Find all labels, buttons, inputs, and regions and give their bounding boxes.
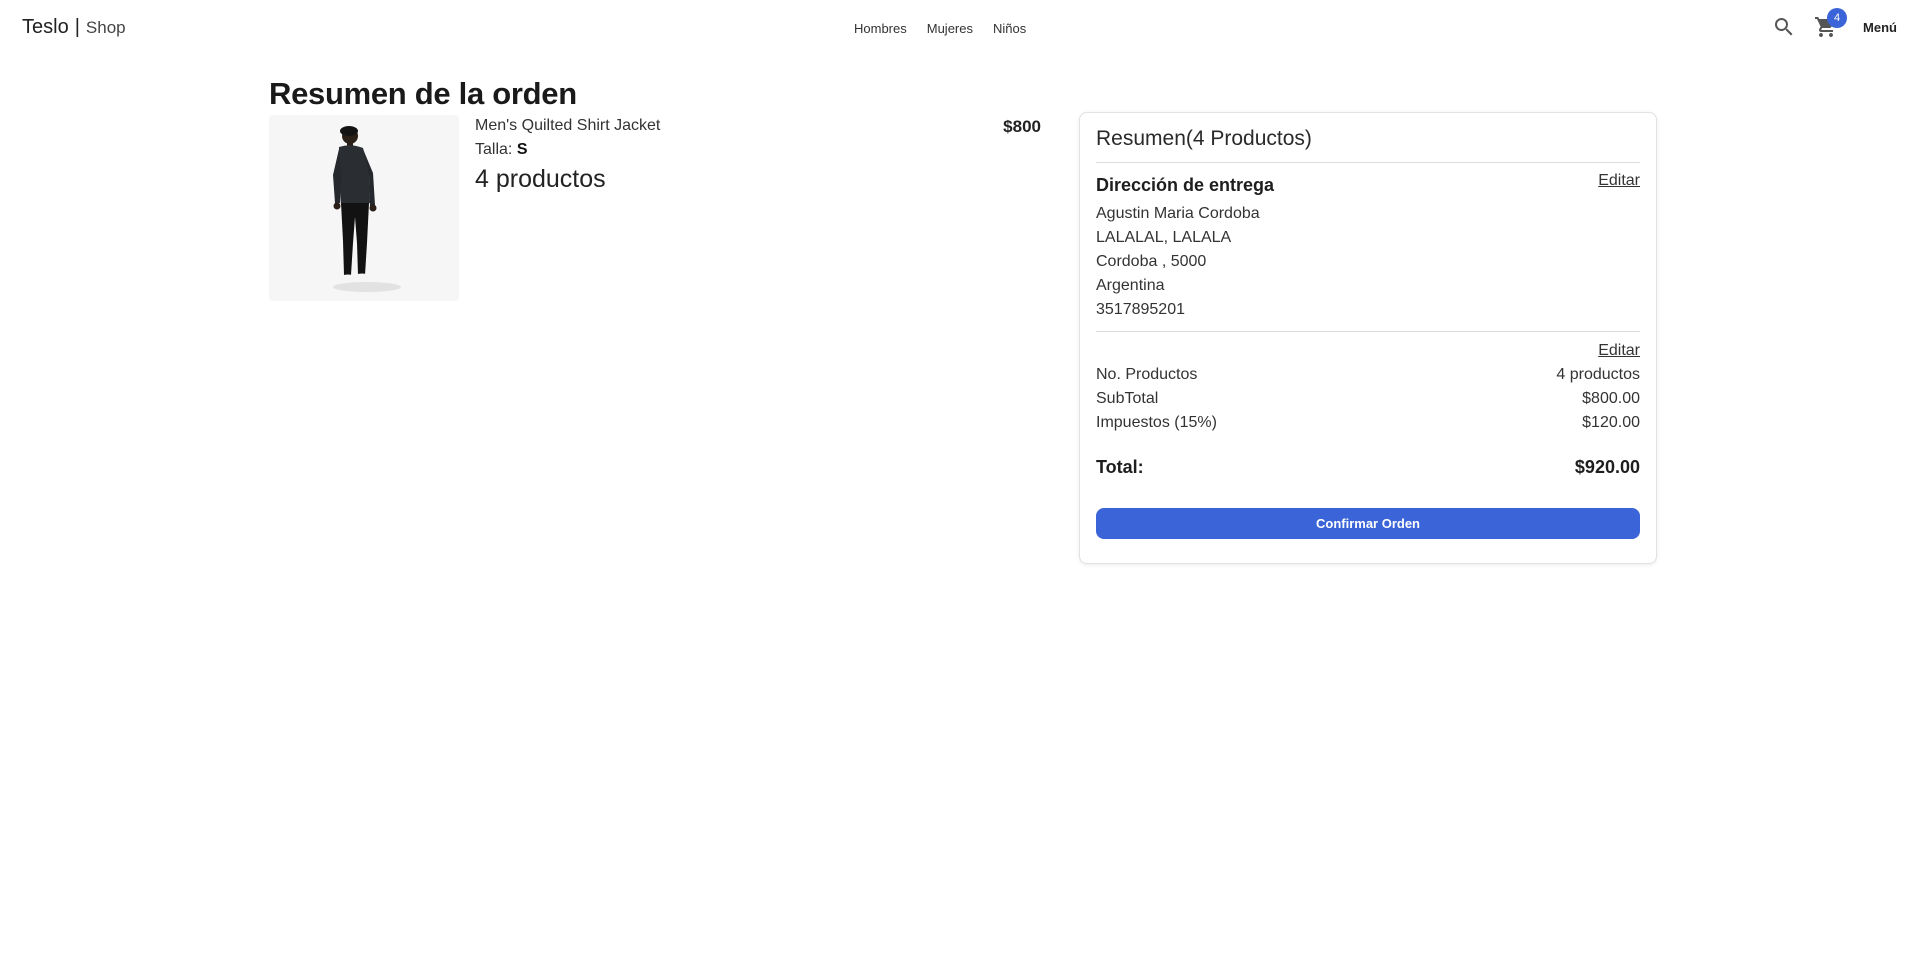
summary-title: Resumen(4 Productos) [1096, 127, 1312, 150]
row-value: 4 productos [1556, 366, 1640, 383]
brand-subtitle[interactable]: Shop [86, 18, 126, 38]
nav-link-hombres[interactable]: Hombres [844, 19, 917, 38]
delivery-address-heading: Dirección de entrega [1096, 175, 1275, 195]
order-summary-card: Resumen(4 Productos) Dirección de entreg… [1079, 112, 1657, 564]
row-value: $120.00 [1582, 414, 1640, 431]
brand-name[interactable]: Teslo [22, 16, 69, 39]
address-phone: 3517895201 [1096, 301, 1185, 318]
row-value: $800.00 [1582, 390, 1640, 407]
row-label: No. Productos [1096, 366, 1198, 383]
product-size: Talla: S [475, 137, 660, 163]
brand-logo[interactable]: Teslo | Shop [22, 16, 126, 39]
address-name: Agustin Maria Cordoba [1096, 205, 1260, 222]
cart-count-badge: 4 [1827, 8, 1848, 28]
divider [1096, 331, 1640, 332]
cart-button[interactable]: 4 [1809, 8, 1848, 44]
summary-row-products: No. Productos 4 productos [1096, 366, 1640, 384]
address-country: Argentina [1096, 277, 1165, 294]
brand-separator: | [74, 16, 80, 38]
edit-address-link[interactable]: Editar [1598, 172, 1640, 190]
summary-row-subtotal: SubTotal $800.00 [1096, 390, 1640, 408]
product-info: Men's Quilted Shirt Jacket Talla: S 4 pr… [475, 115, 660, 194]
product-image[interactable] [269, 115, 459, 301]
summary-row-total: Total: $920.00 [1096, 457, 1640, 478]
search-button[interactable] [1767, 10, 1801, 44]
summary-row-taxes: Impuestos (15%) $120.00 [1096, 414, 1640, 432]
navbar-actions: 4 Menú [1767, 8, 1897, 44]
total-value: $920.00 [1574, 457, 1640, 477]
product-photo-illustration [333, 126, 401, 292]
size-label: Talla: [475, 141, 513, 158]
search-icon [1775, 18, 1793, 36]
size-value: S [516, 141, 528, 158]
product-name[interactable]: Men's Quilted Shirt Jacket [475, 115, 660, 137]
nav-link-mujeres[interactable]: Mujeres [917, 19, 983, 38]
product-price: $800 [1003, 117, 1041, 136]
confirm-order-button[interactable]: Confirmar Orden [1096, 508, 1640, 539]
total-label: Total: [1096, 457, 1144, 477]
address-city: Cordoba , 5000 [1096, 253, 1207, 270]
category-nav: Hombres Mujeres Niños [844, 19, 1036, 38]
menu-button[interactable]: Menú [1863, 20, 1897, 35]
divider [1096, 162, 1640, 163]
product-quantity: 4 productos [475, 165, 606, 193]
row-label: Impuestos (15%) [1096, 414, 1217, 431]
cart-product-item: Men's Quilted Shirt Jacket Talla: S 4 pr… [269, 115, 1041, 301]
edit-cart-link[interactable]: Editar [1598, 342, 1640, 360]
address-street: LALALAL, LALALA [1096, 229, 1232, 246]
navbar: Teslo | Shop Hombres Mujeres Niños 4 Men… [0, 0, 1917, 56]
nav-link-ninos[interactable]: Niños [983, 19, 1036, 38]
page-title: Resumen de la orden [269, 76, 577, 111]
row-label: SubTotal [1096, 390, 1159, 407]
